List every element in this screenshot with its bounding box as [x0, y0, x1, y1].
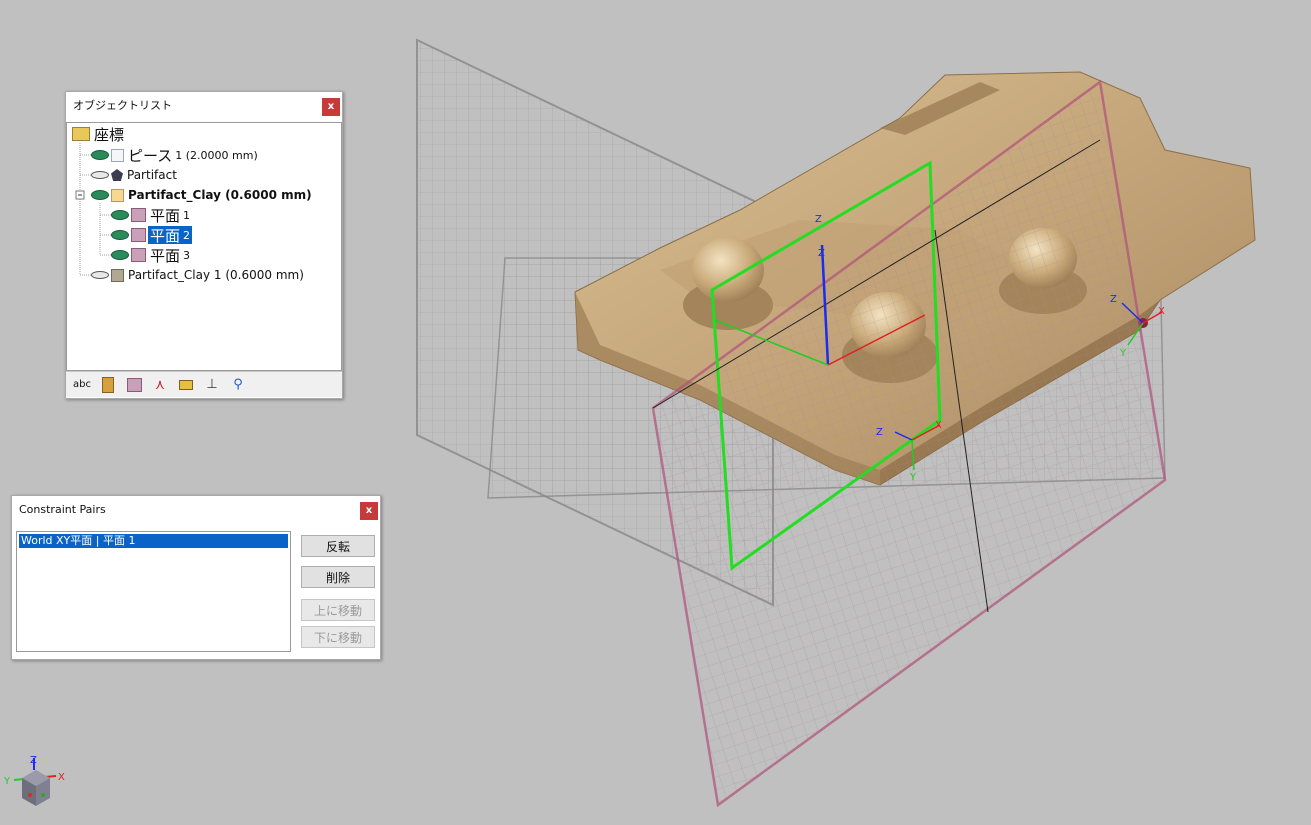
- plane-tool-button[interactable]: [121, 374, 147, 396]
- tree-item-plane-2[interactable]: 平面 2: [111, 225, 193, 245]
- axis-label-z: Z: [1110, 294, 1117, 305]
- axis-label-z: Z: [30, 755, 37, 766]
- tree-item-label: Partifact: [127, 168, 177, 182]
- axis-label-z: Z: [818, 248, 825, 259]
- axis-label-x: X: [935, 420, 942, 431]
- eye-icon: [111, 230, 129, 240]
- eye-icon: [91, 271, 109, 279]
- eye-icon: [91, 150, 109, 160]
- axis-label-x: X: [1158, 306, 1165, 317]
- plane-icon: [131, 228, 146, 242]
- tree-item-plane-3[interactable]: 平面 3: [111, 245, 190, 265]
- clay-tool-button[interactable]: [95, 374, 121, 396]
- constraint-pairs-list[interactable]: World XY平面 | 平面 1: [16, 531, 291, 652]
- eye-icon: [91, 190, 109, 200]
- axis-label-z: Z: [815, 214, 822, 225]
- plane-icon: [126, 377, 142, 392]
- tree-item-label: 平面: [150, 206, 181, 225]
- object-list-panel: オブジェクトリスト x 座標 ピース 1 (2.0000 mm) Partifa…: [65, 91, 343, 399]
- text-tool-label: abc: [73, 379, 91, 390]
- plane-icon: [131, 208, 146, 222]
- constraint-pairs-title: Constraint Pairs: [12, 496, 380, 524]
- folder-icon: [72, 127, 90, 141]
- rotate-icon: ⊥: [206, 377, 218, 392]
- search-tool-button[interactable]: ⚲: [225, 374, 251, 396]
- tree-item-partifact-clay[interactable]: Partifact_Clay (0.6000 mm): [91, 185, 312, 205]
- eye-icon: [111, 250, 129, 260]
- axis-icon: ⋏: [154, 376, 166, 393]
- tree-item-sub: 1: [183, 208, 191, 222]
- tree-item-label: Partifact_Clay 1 (0.6000 mm): [128, 268, 304, 282]
- constraint-pairs-panel: Constraint Pairs x World XY平面 | 平面 1 反転 …: [11, 495, 381, 660]
- constraint-pairs-close-button[interactable]: x: [360, 502, 378, 520]
- move-up-button[interactable]: 上に移動: [301, 599, 375, 621]
- tree-item-label: 座標: [94, 125, 125, 144]
- view-cube[interactable]: Z X Y: [3, 755, 65, 806]
- move-down-button[interactable]: 下に移動: [301, 626, 375, 648]
- flip-button[interactable]: 反転: [301, 535, 375, 557]
- tree-item-plane-1[interactable]: 平面 1: [111, 205, 190, 225]
- tree-item-sub: 1 (2.0000 mm): [175, 148, 258, 162]
- axis-tool-button[interactable]: ⋏: [147, 374, 173, 396]
- cube-icon: [111, 148, 124, 162]
- tree-item-label: Partifact_Clay (0.6000 mm): [128, 188, 312, 202]
- tree-item-sub: 3: [183, 248, 191, 262]
- axis-label-y: Y: [1119, 348, 1127, 359]
- cube-icon: [111, 268, 124, 282]
- measure-icon: [179, 379, 193, 390]
- object-list-close-button[interactable]: x: [322, 98, 340, 116]
- axis-label-y: Y: [909, 472, 917, 483]
- pentagon-icon: [111, 169, 123, 181]
- tree-item-partifact-clay-1[interactable]: Partifact_Clay 1 (0.6000 mm): [91, 265, 304, 285]
- axis-label-x: X: [58, 772, 65, 783]
- tree-item-sub: 2: [183, 228, 191, 242]
- search-icon: ⚲: [233, 377, 243, 392]
- tree-item-label: 平面: [150, 246, 181, 265]
- clay-icon: [102, 376, 114, 393]
- rotate-tool-button[interactable]: ⊥: [199, 374, 225, 396]
- tree-item-coordinates[interactable]: 座標: [72, 124, 124, 144]
- object-list-title: オブジェクトリスト: [66, 92, 342, 120]
- tree-item-label: ピース: [128, 146, 173, 165]
- delete-button[interactable]: 削除: [301, 566, 375, 588]
- plane-icon: [131, 248, 146, 262]
- object-list-toolbar: abc ⋏ ⊥ ⚲: [66, 371, 342, 397]
- object-tree[interactable]: 座標 ピース 1 (2.0000 mm) Partifact Partifact…: [66, 122, 342, 371]
- tree-item-piece[interactable]: ピース 1 (2.0000 mm): [91, 145, 258, 165]
- eye-icon: [111, 210, 129, 220]
- tree-item-partifact[interactable]: Partifact: [91, 165, 177, 185]
- cube-icon: [111, 188, 124, 202]
- axis-label-y: Y: [3, 776, 11, 787]
- eye-icon: [91, 171, 109, 179]
- text-tool-button[interactable]: abc: [69, 374, 95, 396]
- measure-tool-button[interactable]: [173, 374, 199, 396]
- axis-label-z: Z: [876, 427, 883, 438]
- tree-item-label: 平面: [150, 226, 181, 245]
- constraint-pair-item[interactable]: World XY平面 | 平面 1: [19, 534, 288, 548]
